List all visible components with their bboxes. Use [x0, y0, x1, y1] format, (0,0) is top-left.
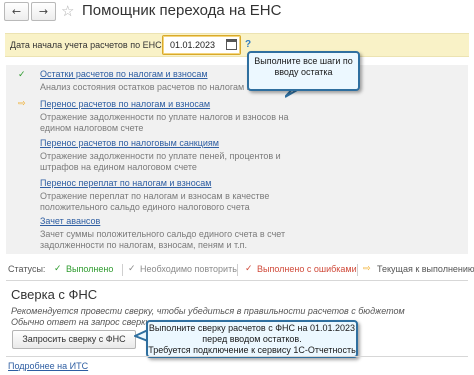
help-icon[interactable]: ? [245, 39, 251, 50]
step-link-overpayments[interactable]: Перенос переплат по налогам и взносам [40, 178, 211, 188]
tooltip-line: Требуется подключение к сервису 1С-Отчет… [148, 345, 356, 355]
step-link-balances[interactable]: Остатки расчетов по налогам и взносам [40, 69, 208, 79]
status-repeat: Необходимо повторить [140, 264, 237, 274]
step-desc: Отражение переплат по налогам и взносам … [40, 191, 270, 201]
status-divider [237, 264, 238, 276]
step-link-sanctions[interactable]: Перенос расчетов по налоговым санкциям [40, 138, 219, 148]
forward-button[interactable]: → [31, 2, 56, 21]
arrow-left-icon: ← [11, 5, 22, 18]
step-desc: едином налоговом счете [40, 123, 144, 133]
reconciliation-title: Сверка с ФНС [11, 287, 98, 302]
status-current: Текущая к выполнению [377, 264, 474, 274]
statuses-label: Статусы: [8, 264, 46, 274]
status-divider [122, 264, 123, 276]
tooltip-line: Выполните сверку расчетов с ФНС на 01.01… [148, 323, 356, 333]
check-icon: ✓ [128, 264, 136, 274]
step-desc: штрафов на едином налоговом счете [40, 162, 197, 172]
divider [6, 356, 468, 357]
status-divider [357, 264, 358, 276]
tooltip-reconciliation: Выполните сверку расчетов с ФНС на 01.01… [146, 320, 358, 358]
step-link-advances[interactable]: Зачет авансов [40, 216, 100, 226]
step-desc: Зачет суммы положительного сальдо единог… [40, 229, 286, 239]
status-done: Выполнено [66, 264, 114, 274]
its-link[interactable]: Подробнее на ИТС [8, 361, 88, 371]
current-arrow-icon: ⇨ [18, 99, 26, 109]
step-desc: Отражение задолженности по уплате налого… [40, 112, 289, 122]
status-errors: Выполнено с ошибками [257, 264, 357, 274]
check-icon: ✓ [54, 264, 62, 274]
divider [6, 280, 468, 281]
reconciliation-text: Обычно ответ на запрос сверки [11, 317, 151, 327]
back-button[interactable]: ← [4, 2, 29, 21]
arrow-right-icon: → [38, 5, 49, 18]
page-title: Помощник перехода на ЕНС [82, 2, 282, 19]
start-date-bar: Дата начала учета расчетов по ЕНС: 01.01… [5, 33, 469, 57]
check-icon: ✓ [18, 70, 26, 80]
tooltip-line: Выполните все шаги по [254, 56, 353, 66]
calendar-icon[interactable] [226, 39, 237, 50]
steps-panel: ✓ Остатки расчетов по налогам и взносам … [6, 65, 468, 254]
check-icon: ✓ [245, 264, 253, 274]
step-link-tax-transfer[interactable]: Перенос расчетов по налогам и взносам [40, 99, 210, 109]
request-reconciliation-button[interactable]: Запросить сверку с ФНС [12, 330, 136, 349]
favorite-star-icon[interactable]: ☆ [61, 2, 74, 20]
tooltip-line: вводу остатка [274, 67, 333, 77]
step-desc: положительного сальдо единого налогового… [40, 202, 250, 212]
tooltip-line: перед вводом остатков. [202, 334, 302, 344]
current-arrow-icon: ⇨ [363, 264, 371, 274]
reconciliation-text: Рекомендуется провести сверку, чтобы убе… [11, 306, 405, 316]
tooltip-steps: Выполните все шаги по вводу остатка [247, 51, 360, 91]
start-date-label: Дата начала учета расчетов по ЕНС: [10, 40, 165, 50]
step-desc: Отражение задолженности по уплате пеней,… [40, 151, 281, 161]
step-desc: задолженности по налогам, взносам, пеням… [40, 240, 247, 250]
start-date-value: 01.01.2023 [170, 40, 216, 50]
start-date-field[interactable]: 01.01.2023 [162, 35, 241, 55]
